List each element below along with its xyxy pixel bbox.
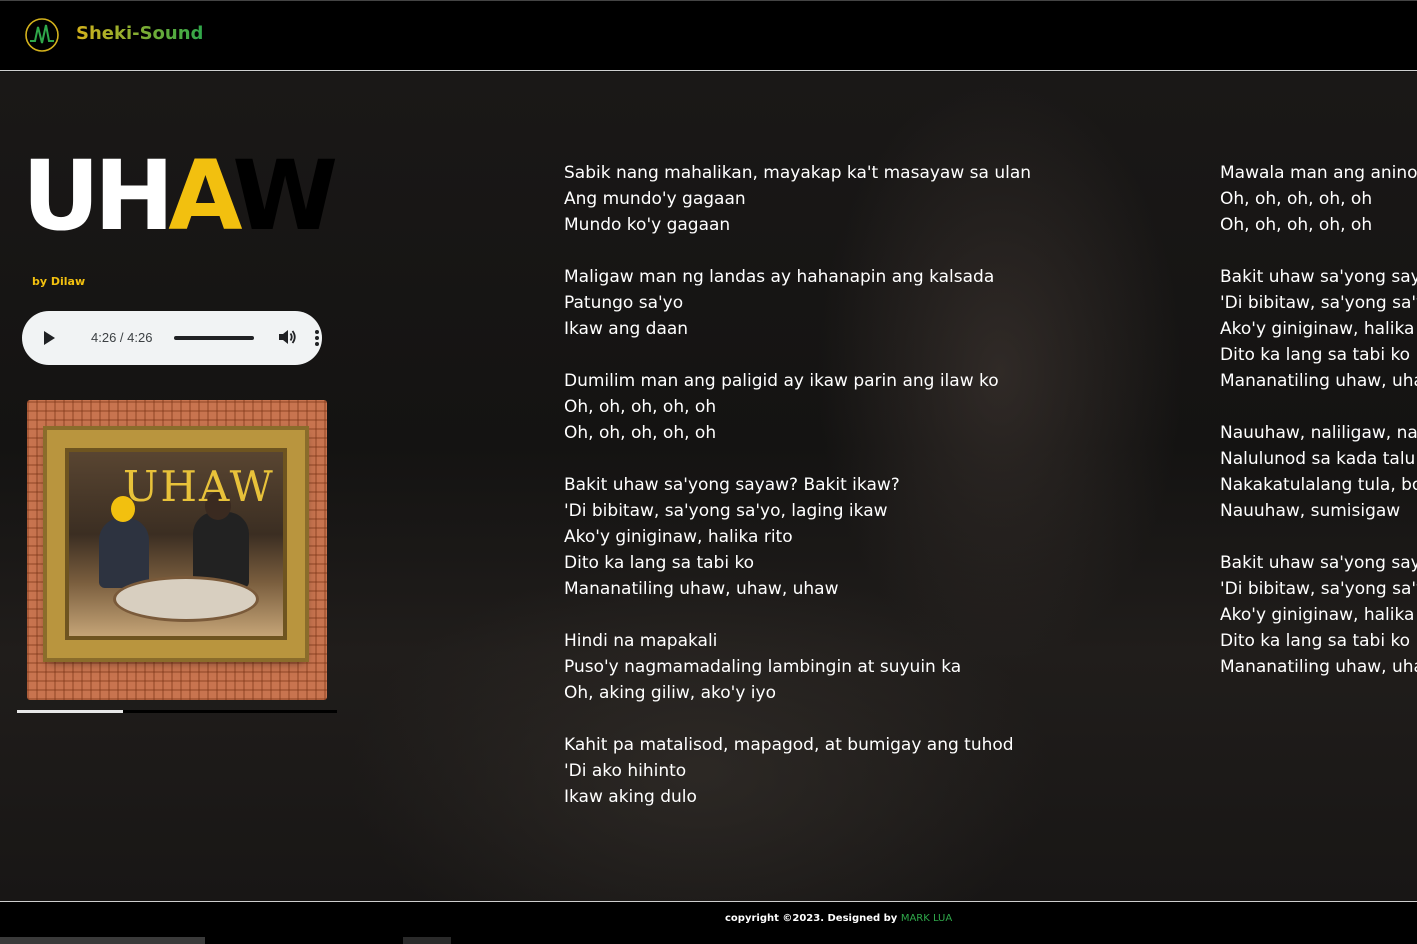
title-part-3: W xyxy=(232,140,338,252)
cover-title-text: UHAW xyxy=(123,462,275,511)
player-time: 4:26 / 4:26 xyxy=(91,330,153,345)
lyric-line: Ako'y giniginaw, halika r xyxy=(1220,319,1417,339)
lyrics-stanza: Mawala man ang anino Oh, oh, oh, oh, oh Oh… xyxy=(1220,160,1417,238)
lyric-line: Oh, oh, oh, oh, oh xyxy=(1220,215,1373,235)
audio-player: 4:26 / 4:26 xyxy=(22,311,322,365)
waveform-icon[interactable] xyxy=(24,17,60,53)
title-part-2: A xyxy=(168,140,238,252)
lyric-line: 'Di bibitaw, sa'yong sa'y xyxy=(1220,579,1417,599)
volume-icon[interactable] xyxy=(276,326,298,348)
lyric-line: Dito ka lang sa tabi ko xyxy=(1220,345,1411,365)
brand-name[interactable]: Sheki-Sound xyxy=(76,23,203,44)
lyric-line: Oh, aking giliw, ako'y iyo xyxy=(564,683,776,703)
lyrics-stanza: Maligaw man ng landas ay hahanapin ang k… xyxy=(564,264,1034,342)
title-part-1: UH xyxy=(22,140,174,252)
artist-name: by Dilaw xyxy=(32,275,86,288)
cover-person-left xyxy=(99,518,149,588)
lyric-line: Mananatiling uhaw, uha xyxy=(1220,657,1417,677)
song-title: UHAW xyxy=(22,148,338,244)
lyric-line: Mundo ko'y gagaan xyxy=(564,215,731,235)
lyric-line: Ang mundo'y gagaan xyxy=(564,189,746,209)
designer-link[interactable]: MARK LUA xyxy=(901,913,952,924)
lyrics-stanza: Nauuhaw, naliligaw, na Nalulunod sa kada … xyxy=(1220,420,1417,524)
lyric-line: Oh, oh, oh, oh, oh xyxy=(1220,189,1373,209)
lyric-line: Hindi na mapakali xyxy=(564,631,718,651)
seek-bar[interactable] xyxy=(174,336,254,340)
lyric-line: Ikaw aking dulo xyxy=(564,787,697,807)
lyrics-stanza: Kahit pa matalisod, mapagod, at bumigay … xyxy=(564,732,1034,810)
lyric-line: Dumilim man ang paligid ay ikaw parin an… xyxy=(564,371,999,391)
lyric-line: Bakit uhaw sa'yong sayaw? Bakit ikaw? xyxy=(564,475,900,495)
lyric-line: Maligaw man ng landas ay hahanapin ang k… xyxy=(564,267,995,287)
lyrics-stanza: Bakit uhaw sa'yong saya 'Di bibitaw, sa'y… xyxy=(1220,550,1417,680)
lyric-line: Kahit pa matalisod, mapagod, at bumigay … xyxy=(564,735,1014,755)
cover-table xyxy=(113,576,259,622)
album-cover: UHAW xyxy=(27,400,327,700)
copyright-label: copyright ©2023. Designed by xyxy=(725,913,898,924)
lyric-line: Nauuhaw, sumisigaw xyxy=(1220,501,1401,521)
lyric-line: Mananatiling uhaw, uha xyxy=(1220,371,1417,391)
lyric-line: 'Di ako hihinto xyxy=(564,761,687,781)
lyrics-stanza: Hindi na mapakali Puso'y nagmamadaling la… xyxy=(564,628,1034,706)
lyric-line: Oh, oh, oh, oh, oh xyxy=(564,423,717,443)
taskbar-strip xyxy=(0,937,205,944)
lyric-line: Nalulunod sa kada talu xyxy=(1220,449,1416,469)
lyric-line: Oh, oh, oh, oh, oh xyxy=(564,397,717,417)
lyrics-column-1: Sabik nang mahalikan, mayakap ka't masay… xyxy=(564,160,1034,836)
more-options-icon[interactable] xyxy=(315,330,319,348)
lyric-line: 'Di bibitaw, sa'yong sa'yo, laging ikaw xyxy=(564,501,888,521)
lyrics-stanza: Bakit uhaw sa'yong saya 'Di bibitaw, sa'y… xyxy=(1220,264,1417,394)
lyric-line: Sabik nang mahalikan, mayakap ka't masay… xyxy=(564,163,1032,183)
song-progress-fill xyxy=(17,710,123,713)
lyric-line: Patungo sa'yo xyxy=(564,293,684,313)
lyric-line: Puso'y nagmamadaling lambingin at suyuin… xyxy=(564,657,962,677)
lyric-line: Bakit uhaw sa'yong saya xyxy=(1220,267,1417,287)
lyric-line: Mawala man ang anino xyxy=(1220,163,1417,183)
lyric-line: Bakit uhaw sa'yong saya xyxy=(1220,553,1417,573)
lyrics-stanza: Dumilim man ang paligid ay ikaw parin an… xyxy=(564,368,1034,446)
lyric-line: Dito ka lang sa tabi ko xyxy=(564,553,755,573)
lyric-line: 'Di bibitaw, sa'yong sa'y xyxy=(1220,293,1417,313)
cover-frame: UHAW xyxy=(47,430,305,658)
site-header: Sheki-Sound xyxy=(0,0,1417,71)
lyric-line: Ako'y giniginaw, halika r xyxy=(1220,605,1417,625)
play-icon[interactable] xyxy=(44,331,55,345)
lyrics-column-2: Mawala man ang anino Oh, oh, oh, oh, oh Oh… xyxy=(1220,160,1417,706)
lyric-line: Ikaw ang daan xyxy=(564,319,689,339)
lyric-line: Nakakatulalang tula, bo xyxy=(1220,475,1417,495)
lyrics-stanza: Bakit uhaw sa'yong sayaw? Bakit ikaw? 'Di… xyxy=(564,472,1034,602)
lyric-line: Ako'y giniginaw, halika rito xyxy=(564,527,793,547)
copyright-text: copyright ©2023. Designed by MARK LUA xyxy=(725,913,952,924)
lyrics-stanza: Sabik nang mahalikan, mayakap ka't masay… xyxy=(564,160,1034,238)
lyric-line: Nauuhaw, naliligaw, na xyxy=(1220,423,1417,443)
lyric-line: Mananatiling uhaw, uhaw, uhaw xyxy=(564,579,839,599)
taskbar-strip-small xyxy=(403,937,451,944)
lyric-line: Dito ka lang sa tabi ko xyxy=(1220,631,1411,651)
site-footer: copyright ©2023. Designed by MARK LUA xyxy=(0,901,1417,944)
